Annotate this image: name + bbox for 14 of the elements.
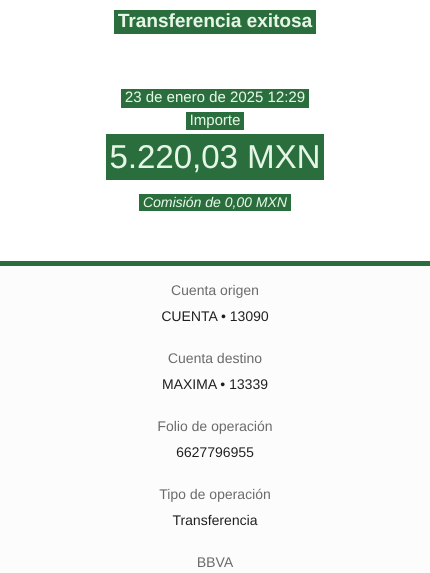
amount-value: 5.220,03 MXN: [106, 134, 324, 180]
success-title: Transferencia exitosa: [114, 10, 316, 34]
amount-label: Importe: [186, 112, 244, 130]
detail-label: BBVA: [196, 553, 234, 572]
detail-label: Cuenta origen: [171, 281, 259, 300]
detail-value: CUENTA • 13090: [161, 307, 269, 326]
transfer-date: 23 de enero de 2025 12:29: [120, 88, 310, 108]
detail-value: Transferencia: [172, 511, 258, 530]
detail-value: MAXIMA • 13339: [162, 375, 268, 394]
detail-label: Cuenta destino: [168, 349, 262, 368]
detail-label: Folio de operación: [157, 417, 273, 436]
detail-value: 6627796955: [176, 443, 254, 462]
fee-text: Comisión de 0,00 MXN: [139, 194, 291, 211]
detail-label: Tipo de operación: [159, 485, 271, 504]
